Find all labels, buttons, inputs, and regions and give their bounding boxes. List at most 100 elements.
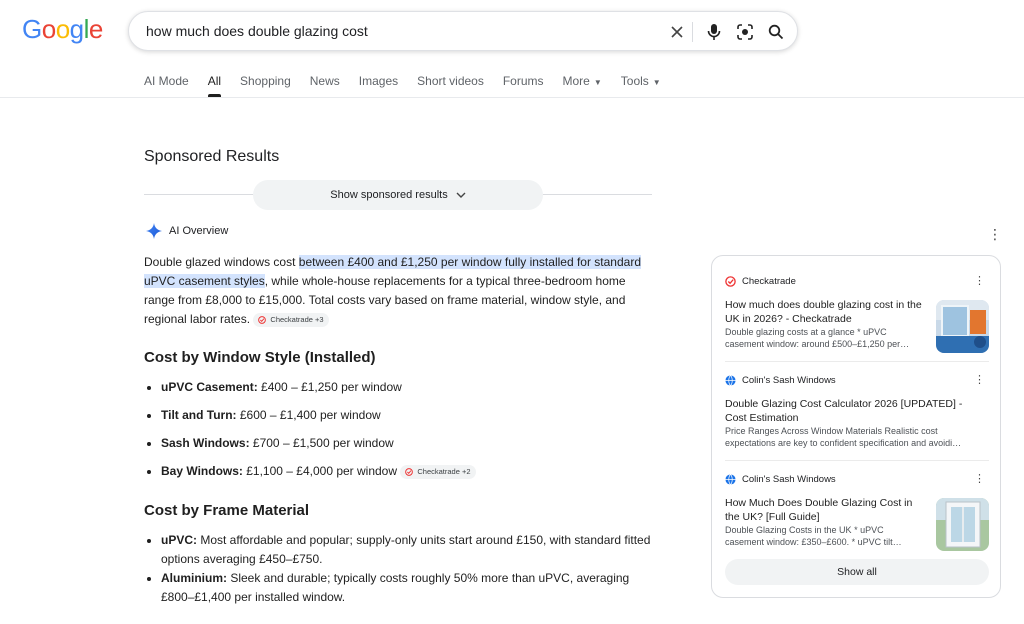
globe-icon — [725, 473, 736, 485]
list-item: uPVC Casement: £400 – £1,250 per window — [161, 379, 661, 407]
list-text: £400 – £1,250 per window — [257, 380, 402, 394]
tab-images[interactable]: Images — [359, 74, 398, 98]
list-item: Aluminium: Sleek and durable; typically … — [161, 569, 661, 607]
mic-icon[interactable] — [703, 21, 725, 43]
show-all-label: Show all — [837, 566, 877, 578]
list-item: Tilt and Turn: £600 – £1,400 per window — [161, 407, 661, 435]
source-thumbnail-windows[interactable] — [936, 300, 989, 353]
ai-overview-text: Double glazed windows cost between £400 … — [144, 253, 644, 329]
lens-icon[interactable] — [734, 21, 756, 43]
tab-shopping[interactable]: Shopping — [240, 74, 291, 98]
logo-letter: G — [22, 14, 42, 44]
source-site: Checkatrade — [742, 275, 796, 287]
logo-letter: o — [55, 14, 70, 44]
source-header: Checkatrade — [725, 274, 989, 288]
more-options-icon[interactable]: ⋮ — [974, 472, 985, 485]
tab-label: More — [562, 74, 590, 88]
tab-label: News — [309, 74, 340, 88]
source-divider — [725, 361, 989, 362]
sponsored-title: Sponsored Results — [144, 148, 280, 165]
list-item: Sash Windows: £700 – £1,500 per window — [161, 435, 661, 463]
tab-label: AI Mode — [144, 74, 189, 88]
tab-label: Shopping — [240, 74, 291, 88]
list-term: uPVC Casement: — [161, 380, 258, 394]
source-title[interactable]: Double Glazing Cost Calculator 2026 [UPD… — [725, 397, 983, 425]
source-item[interactable]: Checkatrade ⋮ How much does double glazi… — [725, 274, 989, 354]
citation-label: Checkatrade +3 — [270, 315, 324, 325]
tab-label: Images — [358, 74, 399, 88]
section-heading-window-style: Cost by Window Style (Installed) — [144, 349, 376, 366]
overview-text: Double glazed windows cost — [144, 255, 299, 269]
window-style-list: uPVC Casement: £400 – £1,250 per window … — [144, 379, 661, 491]
source-site: Colin's Sash Windows — [742, 374, 836, 386]
list-item: uPVC: Most affordable and popular; suppl… — [161, 531, 661, 569]
search-icon[interactable] — [765, 21, 787, 43]
source-item[interactable]: Colin's Sash Windows ⋮ Double Glazing Co… — [725, 373, 989, 453]
list-term: Bay Windows: — [161, 464, 243, 478]
checkatrade-icon — [258, 315, 267, 324]
google-logo[interactable]: Google — [22, 14, 103, 45]
caret-down-icon: ▼ — [593, 78, 602, 87]
source-item[interactable]: Colin's Sash Windows ⋮ How Much Does Dou… — [725, 472, 989, 552]
frame-material-list: uPVC: Most affordable and popular; suppl… — [144, 531, 661, 607]
logo-letter: e — [88, 14, 103, 44]
citation-chip[interactable]: Checkatrade +2 — [400, 464, 476, 479]
search-input[interactable]: how much does double glazing cost — [146, 23, 368, 39]
checkatrade-icon — [405, 467, 414, 476]
logo-letter: g — [69, 14, 84, 44]
globe-icon — [725, 374, 736, 386]
ai-overview-label: AI Overview — [169, 225, 229, 237]
source-snippet: Double glazing costs at a glance * uPVC … — [725, 327, 910, 349]
tab-label: All — [207, 74, 222, 88]
list-text: £700 – £1,500 per window — [249, 436, 394, 450]
sources-card: Checkatrade ⋮ How much does double glazi… — [711, 255, 1001, 598]
checkatrade-icon — [725, 275, 736, 287]
list-text: £600 – £1,400 per window — [236, 408, 381, 422]
tab-label: Short videos — [417, 74, 484, 88]
list-term: Tilt and Turn: — [161, 408, 237, 422]
list-text: Sleek and durable; typically costs rough… — [161, 571, 630, 604]
tab-ai-mode[interactable]: AI Mode — [144, 74, 189, 98]
show-sponsored-button[interactable]: Show sponsored results — [253, 180, 543, 210]
tab-all[interactable]: All — [207, 74, 222, 98]
chevron-down-icon — [456, 192, 466, 198]
source-site: Colin's Sash Windows — [742, 473, 836, 485]
show-all-button[interactable]: Show all — [725, 559, 989, 585]
more-options-icon[interactable]: ⋮ — [974, 373, 985, 386]
source-thumbnail-window-frame[interactable] — [936, 498, 989, 551]
section-heading-frame-material: Cost by Frame Material — [144, 502, 310, 519]
tab-more[interactable]: More ▼ — [563, 74, 602, 98]
caret-down-icon: ▼ — [652, 78, 661, 87]
search-tabs: AI Mode All Shopping News Images Short v… — [144, 74, 680, 98]
tab-tools[interactable]: Tools ▼ — [621, 74, 661, 98]
source-title[interactable]: How Much Does Double Glazing Cost in the… — [725, 496, 925, 524]
list-text: £1,100 – £4,000 per window — [242, 464, 398, 478]
search-bar[interactable]: how much does double glazing cost — [128, 11, 798, 51]
tab-label: Forums — [502, 74, 544, 88]
source-snippet: Double Glazing Costs in the UK * uPVC ca… — [725, 525, 902, 547]
citation-label: Checkatrade +2 — [417, 466, 471, 476]
source-header: Colin's Sash Windows — [725, 472, 989, 486]
list-text: Most affordable and popular; supply-only… — [161, 533, 651, 566]
more-options-icon[interactable]: ⋮ — [974, 274, 985, 287]
show-sponsored-label: Show sponsored results — [330, 189, 448, 201]
list-item: Bay Windows: £1,100 – £4,000 per window … — [161, 463, 661, 491]
source-title[interactable]: How much does double glazing cost in the… — [725, 298, 925, 326]
tab-forums[interactable]: Forums — [503, 74, 544, 98]
tab-short-videos[interactable]: Short videos — [417, 74, 484, 98]
gemini-sparkle-icon — [146, 223, 162, 239]
tab-news[interactable]: News — [310, 74, 340, 98]
more-options-icon[interactable]: ⋮ — [988, 226, 1002, 243]
list-term: Aluminium: — [161, 571, 227, 585]
source-header: Colin's Sash Windows — [725, 373, 989, 387]
logo-letter: o — [41, 14, 56, 44]
source-divider — [725, 460, 989, 461]
header-divider — [0, 97, 1024, 98]
tab-label: Tools — [620, 74, 649, 88]
source-snippet: Price Ranges Across Window Materials Rea… — [725, 426, 962, 448]
citation-chip[interactable]: Checkatrade +3 — [253, 312, 329, 327]
search-divider — [692, 22, 693, 42]
close-icon[interactable] — [666, 21, 688, 43]
list-term: Sash Windows: — [161, 436, 250, 450]
list-term: uPVC: — [161, 533, 197, 547]
